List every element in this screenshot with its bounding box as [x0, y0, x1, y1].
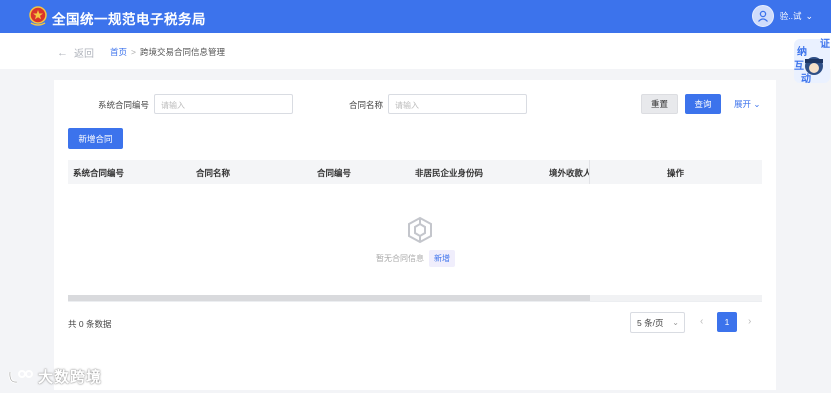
reset-button[interactable]: 重置 [641, 94, 678, 114]
interaction-badge-icon[interactable]: 证 纳 互 动 [792, 36, 831, 86]
column-header: 系统合同编号 [73, 168, 125, 178]
breadcrumb-home[interactable]: 首页 [110, 47, 127, 57]
column-divider [589, 160, 590, 184]
contract-no-label: 系统合同编号 [98, 100, 150, 110]
breadcrumb-current: 跨境交易合同信息管理 [139, 47, 225, 57]
arrow-left-icon[interactable]: ← [57, 47, 68, 59]
badge-char-3: 互 [794, 60, 804, 72]
page-size-value[interactable]: 5 条/页 [637, 317, 663, 329]
expand-toggle[interactable]: 展开 ⌄ [734, 98, 761, 110]
back-button[interactable]: ← 返回 [57, 45, 94, 61]
breadcrumb-bar: ← 返回 首页 > 跨境交易合同信息管理 [0, 33, 831, 69]
user-name[interactable]: 验..试 [780, 10, 802, 22]
user-avatar-icon[interactable] [751, 5, 774, 27]
divider [68, 301, 762, 302]
column-header: 境外收款人 [549, 168, 589, 178]
page-size-select[interactable]: 5 条/页 ⌄ [630, 312, 685, 333]
main-card: 系统合同编号 请输入 合同名称 请输入 重置 查询 展开 ⌄ 新增合同 系统合同… [54, 80, 776, 390]
empty-state: 暂无合同信息 新增 [376, 250, 455, 267]
badge-char-1: 证 [820, 38, 830, 50]
column-header: 合同编号 [317, 168, 352, 178]
app-title: 全国统一规范电子税务局 [52, 12, 206, 27]
breadcrumb: 首页 > 跨境交易合同信息管理 [110, 46, 225, 58]
empty-box-icon [408, 216, 432, 244]
chevron-down-icon[interactable]: ⌄ [672, 318, 679, 327]
watermark-text: 大数跨境 [38, 369, 103, 386]
total-count: 共 0 条数据 [68, 319, 112, 329]
contract-name-label: 合同名称 [349, 100, 384, 110]
top-bar: 全国统一规范电子税务局 验..试 ⌄ [0, 0, 831, 33]
query-button[interactable]: 查询 [685, 94, 721, 114]
add-contract-button[interactable]: 新增合同 [68, 128, 123, 149]
chevron-down-icon[interactable]: ⌄ [753, 99, 760, 109]
contract-no-input[interactable]: 请输入 [154, 94, 293, 114]
next-page-button[interactable]: › [748, 316, 751, 327]
tax-emblem-icon [29, 6, 47, 26]
watermark: 大数跨境 [8, 366, 102, 387]
breadcrumb-separator: > [131, 47, 136, 57]
empty-text: 暂无合同信息 [376, 254, 424, 263]
prev-page-button[interactable]: ‹ [700, 316, 703, 327]
back-label[interactable]: 返回 [74, 45, 94, 60]
column-header: 非居民企业身份码 [415, 168, 484, 178]
column-header-actions: 操作 [667, 168, 685, 178]
table-header: 系统合同编号 合同名称 合同编号 非居民企业身份码 境外收款人 操作 [68, 160, 762, 184]
badge-char-2: 纳 [797, 45, 807, 58]
user-menu[interactable]: 验..试 ⌄ [751, 5, 813, 27]
contract-name-input[interactable]: 请输入 [388, 94, 527, 114]
empty-add-button[interactable]: 新增 [429, 250, 455, 267]
badge-char-4: 动 [801, 72, 811, 85]
watermark-logo-icon [8, 369, 33, 383]
expand-label[interactable]: 展开 [734, 99, 751, 109]
page-number-button[interactable]: 1 [717, 312, 737, 332]
chevron-down-icon[interactable]: ⌄ [805, 11, 813, 22]
column-header: 合同名称 [196, 168, 231, 178]
